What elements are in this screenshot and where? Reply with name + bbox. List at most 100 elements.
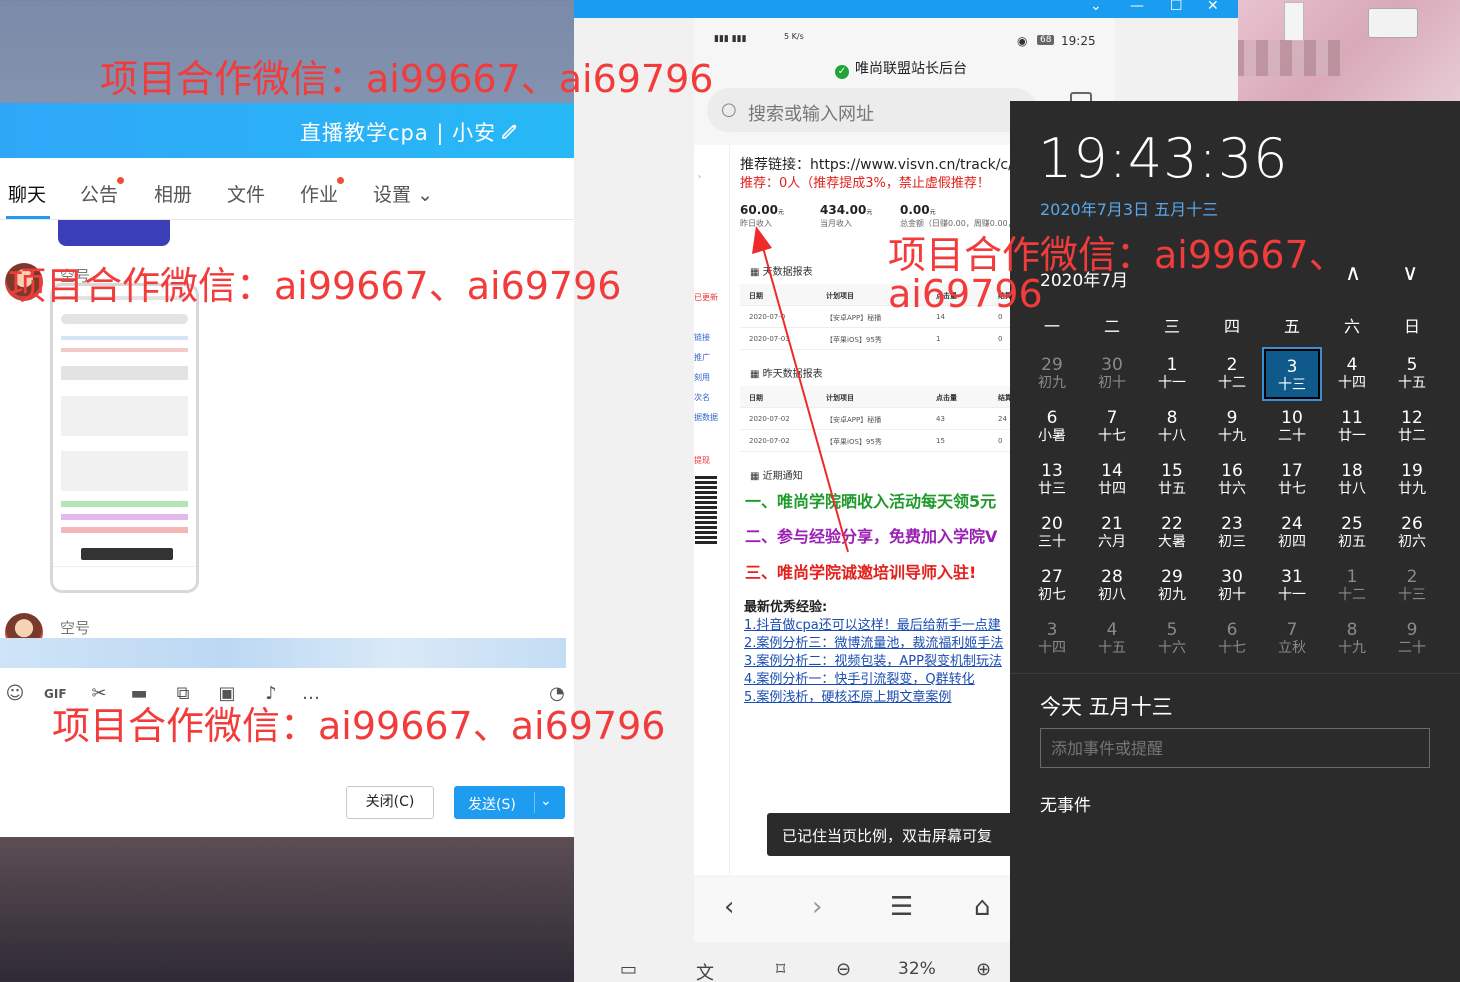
calendar-day[interactable]: 23 初三 (1204, 508, 1260, 558)
calendar-day-today[interactable]: 3 十三 (1262, 347, 1322, 401)
calendar-day[interactable]: 4 十五 (1084, 614, 1140, 664)
calendar-day[interactable]: 31 十一 (1264, 561, 1320, 611)
calendar-day[interactable]: 24 初四 (1264, 508, 1320, 558)
chevron-down-icon[interactable]: ⌄ (540, 793, 552, 809)
side-menu-item[interactable]: 推广 (694, 352, 710, 363)
experience-link[interactable]: 5.案例浅析，硬核还原上期文章案例 (744, 686, 1010, 705)
layout-icon[interactable]: ▭ (620, 959, 637, 980)
minimize-icon[interactable]: — (1130, 0, 1144, 14)
side-menu-item[interactable]: 链接 (694, 332, 710, 343)
calendar-day[interactable]: 8 十八 (1144, 402, 1200, 452)
calendar-day[interactable]: 4 十四 (1324, 349, 1380, 399)
calendar-day[interactable]: 18 廿八 (1324, 455, 1380, 505)
calendar-day[interactable]: 3 十四 (1024, 614, 1080, 664)
side-menu-item[interactable]: 据数据 (694, 412, 718, 423)
desktop-folder-icon[interactable] (1368, 8, 1418, 38)
calendar-day[interactable]: 5 十五 (1384, 349, 1440, 399)
calendar-day[interactable]: 1 十二 (1324, 561, 1380, 611)
search-input[interactable]: ○ 搜索或输入网址 (707, 88, 1037, 132)
edit-icon[interactable] (500, 121, 520, 141)
referral-note: 推荐：0人（推荐提成3%，禁止虚假推荐！ (740, 176, 990, 191)
home-icon[interactable]: ⌂ (974, 892, 991, 922)
tab-album[interactable]: 相册 (154, 180, 192, 207)
zoom-out-icon[interactable]: ⊖ (836, 959, 851, 980)
calendar-day[interactable]: 14 廿四 (1084, 455, 1140, 505)
calendar-day[interactable]: 15 廿五 (1144, 455, 1200, 505)
side-menu-item[interactable]: 提现 (694, 455, 710, 466)
fit-icon[interactable]: ⌑ (776, 959, 785, 980)
calendar-day[interactable]: 2 十三 (1384, 561, 1440, 611)
calendar-day[interactable]: 21 六月 (1084, 508, 1140, 558)
window-controls: ⌄ — ☐ ✕ (1085, 0, 1235, 18)
chevron-down-icon[interactable]: ∨ (1402, 261, 1418, 286)
calendar-day[interactable]: 10 二十 (1264, 402, 1320, 452)
calendar-day[interactable]: 1 十一 (1144, 349, 1200, 399)
tab-chat[interactable]: 聊天 (8, 180, 46, 207)
net-speed: 5 K/s (784, 32, 804, 41)
calendar-day[interactable]: 29 初九 (1024, 349, 1080, 399)
tab-homework[interactable]: 作业 (300, 177, 345, 207)
watermark: 项目合作微信：ai99667、ai69796 (8, 264, 622, 308)
forward-icon[interactable]: › (812, 892, 822, 922)
experience-link[interactable]: 4.案例分析一：快手引流裂变，Q群转化 (744, 668, 1010, 687)
zoom-in-icon[interactable]: ⊕ (976, 959, 991, 980)
calendar-day[interactable]: 17 廿七 (1264, 455, 1320, 505)
calendar-day[interactable]: 30 初十 (1084, 349, 1140, 399)
calendar-day[interactable]: 29 初九 (1144, 561, 1200, 611)
calendar-day[interactable]: 20 三十 (1024, 508, 1080, 558)
calendar-day[interactable]: 6 十七 (1204, 614, 1260, 664)
lunar-date: 初九 (1158, 587, 1186, 603)
side-menu-item[interactable]: 次名 (694, 392, 710, 403)
calendar-day[interactable]: 28 初八 (1084, 561, 1140, 611)
calendar-day[interactable]: 9 十九 (1204, 402, 1260, 452)
date-link[interactable]: 2020年7月3日 五月十三 (1040, 196, 1218, 220)
sender-name: 空号 (60, 619, 91, 637)
event-input[interactable] (1040, 728, 1430, 768)
close-button[interactable]: 关闭(C) (346, 786, 434, 819)
experience-link[interactable]: 3.案例分析二：视频包装，APP裂变机制玩法 (744, 650, 1010, 669)
emoji-icon[interactable]: ☺ (4, 683, 26, 705)
tab-announcement[interactable]: 公告 (80, 177, 125, 207)
calendar-day[interactable]: 27 初七 (1024, 561, 1080, 611)
tab-files[interactable]: 文件 (227, 180, 265, 207)
experience-link[interactable]: 2.案例分析三：微博流量池，裁流福利姬手法 (744, 632, 1010, 651)
calendar-day[interactable]: 7 十七 (1084, 402, 1140, 452)
calendar-day[interactable]: 7 立秋 (1264, 614, 1320, 664)
calendar-day[interactable]: 12 廿二 (1384, 402, 1440, 452)
calendar-day[interactable]: 5 十六 (1144, 614, 1200, 664)
day-number: 10 (1281, 408, 1303, 428)
side-menu-item[interactable]: 已更新 (694, 292, 718, 303)
calendar-day[interactable]: 9 二十 (1384, 614, 1440, 664)
calendar-day[interactable]: 25 初五 (1324, 508, 1380, 558)
lunar-date: 廿三 (1038, 481, 1066, 497)
maximize-icon[interactable]: ☐ (1170, 0, 1183, 14)
calendar-day[interactable]: 22 大暑 (1144, 508, 1200, 558)
experience-link[interactable]: 1.抖音做cpa还可以这样！最后给新手一点建 (744, 614, 1010, 633)
side-menu-item[interactable]: 刻用 (694, 372, 710, 383)
desktop-file-icon[interactable] (1284, 2, 1304, 42)
text-icon[interactable]: 文 (696, 959, 714, 982)
notice-item[interactable]: 三、唯尚学院诚邀培训导师入驻! (745, 559, 1010, 583)
screenshot-image[interactable] (50, 283, 199, 593)
calendar-day[interactable]: 2 十二 (1204, 349, 1260, 399)
back-icon[interactable]: ‹ (724, 892, 734, 922)
tab-settings[interactable]: 设置 ⌄ (373, 180, 433, 207)
calendar-day[interactable]: 8 十九 (1324, 614, 1380, 664)
calendar-day[interactable]: 30 初十 (1204, 561, 1260, 611)
chevron-up-icon[interactable]: ∧ (1345, 261, 1361, 286)
unread-dot (337, 177, 345, 184)
calendar-day[interactable]: 26 初六 (1384, 508, 1440, 558)
send-button[interactable]: 发送(S) ⌄ (454, 786, 565, 819)
calendar-day[interactable]: 19 廿九 (1384, 455, 1440, 505)
watermark: ai69796 (888, 272, 1043, 316)
referral-link[interactable]: 推荐链接：https://www.visvn.cn/track/c/ (740, 154, 1010, 174)
lunar-date: 初五 (1338, 534, 1366, 550)
chevron-down-icon[interactable]: ⌄ (1090, 0, 1102, 14)
calendar-day[interactable]: 11 廿一 (1324, 402, 1380, 452)
calendar-day[interactable]: 16 廿六 (1204, 455, 1260, 505)
day-number: 19 (1401, 461, 1423, 481)
calendar-day[interactable]: 13 廿三 (1024, 455, 1080, 505)
close-icon[interactable]: ✕ (1207, 0, 1219, 14)
menu-icon[interactable]: ☰ (890, 892, 913, 922)
calendar-day[interactable]: 6 小暑 (1024, 402, 1080, 452)
